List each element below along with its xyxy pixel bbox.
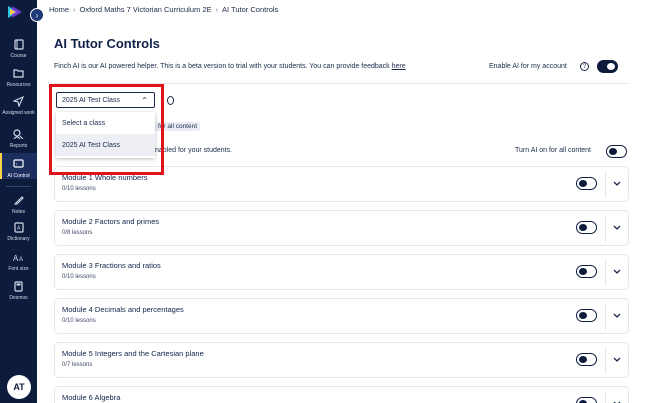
logo-icon [8, 6, 22, 18]
card-divider [605, 172, 606, 198]
module-lessons: 0/7 lessons [62, 362, 93, 368]
feedback-link[interactable]: here [392, 63, 406, 70]
module-title: Module 2 Factors and primes [62, 217, 160, 226]
chevron-down-icon[interactable] [610, 176, 624, 190]
module-ai-toggle[interactable] [576, 177, 597, 190]
svg-text:!: ! [16, 162, 17, 167]
breadcrumb-course[interactable]: Oxford Maths 7 Victorian Curriculum 2E [80, 5, 212, 14]
card-divider [605, 216, 606, 242]
description-text: Finch AI is our AI powered helper. This … [54, 63, 392, 70]
module-title: Module 3 Fractions and ratios [62, 261, 161, 270]
sidebar-item-dictionary[interactable]: A Dictionary [0, 220, 37, 244]
sidebar-item-reports[interactable]: Reports [0, 127, 37, 149]
page-description: Finch AI is our AI powered helper. This … [54, 63, 406, 70]
sidebar: Course Resources Assigned work Reports !… [0, 0, 37, 403]
module-lessons: 0/8 lessons [62, 230, 93, 236]
class-status-text: nabled for your students. [155, 147, 233, 154]
enable-ai-toggle[interactable] [597, 60, 618, 73]
toggle-knob [579, 355, 587, 363]
toggle-knob [579, 223, 587, 231]
sidebar-item-desmos[interactable]: Desmos [0, 279, 37, 303]
sidebar-item-label: Dictionary [7, 236, 30, 242]
sidebar-item-font-size[interactable]: AA Font size [0, 250, 37, 274]
info-icon [167, 96, 174, 105]
module-title: Module 4 Decimals and percentages [62, 305, 184, 314]
breadcrumb-separator-icon: › [215, 5, 219, 14]
module-ai-toggle[interactable] [576, 309, 597, 322]
chevron-down-icon[interactable] [610, 396, 624, 403]
chevron-down-icon[interactable] [610, 264, 624, 278]
dictionary-icon: A [12, 220, 26, 234]
avatar[interactable]: AT [7, 375, 31, 399]
sidebar-item-notes[interactable]: Notes [0, 193, 37, 215]
sidebar-divider [6, 186, 31, 187]
module-lessons: 0/10 lessons [62, 186, 96, 192]
module-ai-toggle[interactable] [576, 353, 597, 366]
toggle-knob [607, 62, 615, 70]
help-icon[interactable]: ? [580, 62, 589, 71]
breadcrumb: Home › Oxford Maths 7 Victorian Curricul… [49, 5, 278, 14]
sidebar-item-label: Reports [9, 143, 28, 149]
sidebar-item-label: AI Control [7, 173, 30, 179]
module-ai-toggle[interactable] [576, 397, 597, 403]
turn-ai-all-label: Turn AI on for all content [515, 147, 592, 154]
main-content: Home › Oxford Maths 7 Victorian Curricul… [37, 0, 646, 403]
chevron-down-icon[interactable] [610, 308, 624, 322]
font-size-icon: AA [12, 250, 26, 264]
module-title: Module 6 Algebra [62, 393, 121, 402]
toggle-knob [579, 179, 587, 187]
module-card: Module 6 Algebra [54, 386, 629, 403]
calculator-icon [12, 279, 26, 293]
sidebar-item-label: Desmos [9, 295, 28, 301]
module-lessons: 0/10 lessons [62, 318, 96, 324]
collapse-sidebar-button[interactable]: › [30, 8, 44, 22]
sidebar-item-assigned-work[interactable]: Assigned work [0, 94, 37, 122]
sidebar-item-label: Assigned work [2, 110, 35, 116]
module-card: Module 5 Integers and the Cartesian plan… [54, 342, 629, 378]
chevron-down-icon[interactable] [610, 352, 624, 366]
paper-plane-icon [12, 94, 26, 108]
ai-control-icon: ! [12, 157, 26, 171]
highlight-box [49, 84, 164, 175]
chevron-down-icon[interactable] [610, 220, 624, 234]
card-divider [605, 392, 606, 403]
breadcrumb-home[interactable]: Home [49, 5, 69, 14]
sidebar-item-label: Font size [8, 266, 29, 272]
toggle-knob [579, 399, 587, 403]
sidebar-item-label: Notes [11, 209, 26, 215]
module-card: Module 3 Fractions and ratios 0/10 lesso… [54, 254, 629, 290]
card-divider [605, 304, 606, 330]
sidebar-item-resources[interactable]: Resources [0, 66, 37, 91]
svg-text:A: A [17, 225, 21, 231]
module-lessons: 0/10 lessons [62, 274, 96, 280]
reports-icon [12, 127, 26, 141]
course-icon [12, 37, 26, 51]
breadcrumb-current: AI Tutor Controls [222, 5, 279, 14]
page-title: AI Tutor Controls [54, 36, 160, 51]
sidebar-item-label: Course [10, 53, 27, 59]
card-divider [605, 260, 606, 286]
chevron-right-icon: › [35, 10, 39, 20]
turn-ai-all-toggle[interactable] [606, 145, 627, 158]
breadcrumb-separator-icon: › [73, 5, 76, 14]
enable-ai-label: Enable AI for my account [489, 63, 567, 70]
card-divider [605, 348, 606, 374]
module-title: Module 5 Integers and the Cartesian plan… [62, 349, 204, 358]
toggle-knob [579, 267, 587, 275]
module-card: Module 4 Decimals and percentages 0/10 l… [54, 298, 629, 334]
sidebar-item-label: Resources [6, 82, 31, 88]
pencil-icon [12, 193, 26, 207]
toggle-knob [579, 311, 587, 319]
module-card: Module 2 Factors and primes 0/8 lessons [54, 210, 629, 246]
sidebar-item-course[interactable]: Course [0, 37, 37, 62]
svg-text:A: A [19, 257, 23, 262]
toggle-knob [609, 147, 617, 155]
sidebar-item-ai-control[interactable]: ! AI Control [0, 153, 37, 179]
folder-icon [12, 66, 26, 80]
module-ai-toggle[interactable] [576, 221, 597, 234]
module-ai-toggle[interactable] [576, 265, 597, 278]
